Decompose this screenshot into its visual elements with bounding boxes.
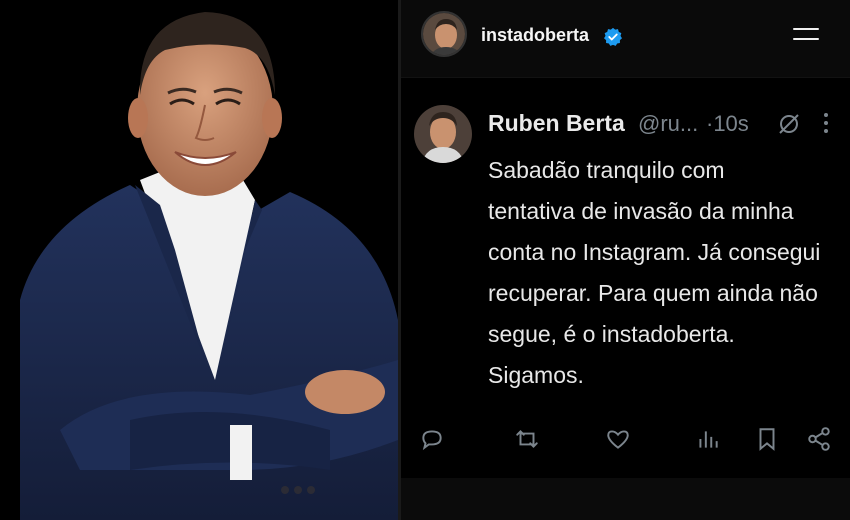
profile-avatar[interactable] — [421, 11, 467, 57]
verified-badge-icon — [604, 27, 622, 46]
more-options-icon[interactable] — [821, 112, 831, 134]
bookmark-icon[interactable] — [754, 426, 780, 452]
grok-icon[interactable] — [777, 112, 801, 136]
man-in-suit-portrait — [20, 12, 398, 520]
tweet-author-name[interactable]: Ruben Berta — [488, 110, 625, 137]
share-icon[interactable] — [806, 426, 832, 452]
tweet-text: Sabadão tranquilo com tentativa de invas… — [488, 157, 821, 388]
reply-icon[interactable] — [419, 426, 445, 452]
tweet-author-handle[interactable]: @ru... — [638, 111, 698, 137]
instagram-header: instadoberta — [401, 0, 850, 78]
like-icon[interactable] — [605, 426, 631, 452]
tweet-card: Ruben Berta @ru... ·10s Sabadão tranquil… — [401, 88, 850, 478]
hamburger-menu-icon[interactable] — [793, 24, 821, 44]
retweet-icon[interactable] — [514, 426, 540, 452]
bottom-area — [401, 478, 850, 520]
tweet-actions — [401, 426, 850, 466]
tweet-author-avatar[interactable] — [414, 105, 472, 163]
portrait-photo — [0, 0, 398, 520]
section-gap — [401, 78, 850, 88]
phone-screenshot: instadoberta Ruben Berta @ru... ·10s Sab… — [401, 0, 850, 520]
profile-username[interactable]: instadoberta — [481, 25, 589, 46]
views-icon[interactable] — [695, 426, 721, 452]
tweet-timestamp[interactable]: ·10s — [706, 111, 749, 137]
